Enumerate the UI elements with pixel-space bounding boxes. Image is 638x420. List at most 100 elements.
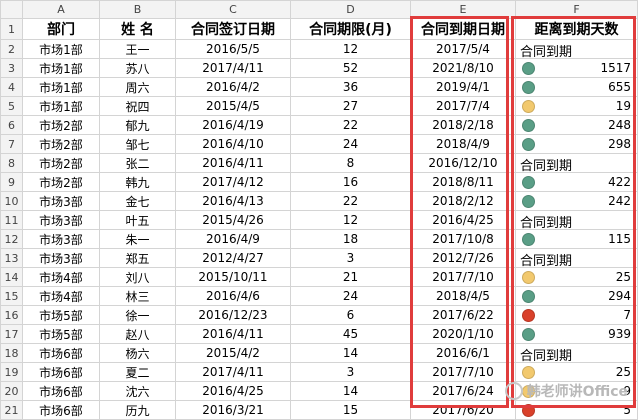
cell-name[interactable]: 金七 xyxy=(99,191,176,211)
cell-days-left[interactable]: 298 xyxy=(515,134,638,154)
cell-dept[interactable]: 市场4部 xyxy=(22,267,100,287)
cell-days-left[interactable]: 115 xyxy=(515,229,638,249)
column-header-f[interactable]: F xyxy=(515,0,638,19)
cell-term[interactable]: 3 xyxy=(290,248,411,268)
cell-sign-date[interactable]: 2016/4/11 xyxy=(175,324,291,344)
cell-due-date[interactable]: 2016/6/1 xyxy=(410,343,516,363)
cell-name[interactable]: 周六 xyxy=(99,77,176,97)
column-header-b[interactable]: B xyxy=(99,0,176,19)
cell-term[interactable]: 15 xyxy=(290,400,411,420)
column-header-d[interactable]: D xyxy=(290,0,411,19)
cell-sign-date[interactable]: 2017/4/12 xyxy=(175,172,291,192)
cell-sign-date[interactable]: 2016/5/5 xyxy=(175,39,291,59)
cell-days-left[interactable]: 294 xyxy=(515,286,638,306)
cell-name[interactable]: 张二 xyxy=(99,153,176,173)
cell-sign-date[interactable]: 2015/4/2 xyxy=(175,343,291,363)
cell-dept[interactable]: 市场2部 xyxy=(22,172,100,192)
row-number[interactable]: 17 xyxy=(0,324,23,344)
cell-name[interactable]: 苏八 xyxy=(99,58,176,78)
cell-sign-date[interactable]: 2015/4/5 xyxy=(175,96,291,116)
cell-due-date[interactable]: 2017/6/22 xyxy=(410,305,516,325)
cell-term[interactable]: 24 xyxy=(290,286,411,306)
header-term[interactable]: 合同期限(月) xyxy=(290,18,411,40)
cell-dept[interactable]: 市场6部 xyxy=(22,381,100,401)
cell-sign-date[interactable]: 2016/4/11 xyxy=(175,153,291,173)
row-number[interactable]: 3 xyxy=(0,58,23,78)
header-sign-date[interactable]: 合同签订日期 xyxy=(175,18,291,40)
row-number[interactable]: 6 xyxy=(0,115,23,135)
header-days-left[interactable]: 距离到期天数 xyxy=(515,18,638,40)
cell-name[interactable]: 夏二 xyxy=(99,362,176,382)
cell-days-left[interactable]: 242 xyxy=(515,191,638,211)
cell-dept[interactable]: 市场3部 xyxy=(22,248,100,268)
cell-name[interactable]: 邹七 xyxy=(99,134,176,154)
cell-due-date[interactable]: 2018/4/5 xyxy=(410,286,516,306)
cell-name[interactable]: 韩九 xyxy=(99,172,176,192)
cell-term[interactable]: 52 xyxy=(290,58,411,78)
cell-sign-date[interactable]: 2012/4/27 xyxy=(175,248,291,268)
cell-sign-date[interactable]: 2015/10/11 xyxy=(175,267,291,287)
cell-sign-date[interactable]: 2016/4/10 xyxy=(175,134,291,154)
cell-name[interactable]: 郁九 xyxy=(99,115,176,135)
cell-name[interactable]: 祝四 xyxy=(99,96,176,116)
row-number[interactable]: 9 xyxy=(0,172,23,192)
cell-days-left[interactable]: 939 xyxy=(515,324,638,344)
cell-due-date[interactable]: 2012/7/26 xyxy=(410,248,516,268)
cell-name[interactable]: 王一 xyxy=(99,39,176,59)
cell-due-date[interactable]: 2017/7/4 xyxy=(410,96,516,116)
cell-term[interactable]: 14 xyxy=(290,381,411,401)
cell-dept[interactable]: 市场1部 xyxy=(22,96,100,116)
cell-name[interactable]: 刘八 xyxy=(99,267,176,287)
cell-due-date[interactable]: 2018/8/11 xyxy=(410,172,516,192)
cell-days-left[interactable]: 1517 xyxy=(515,58,638,78)
cell-due-date[interactable]: 2017/7/10 xyxy=(410,267,516,287)
cell-due-date[interactable]: 2016/4/25 xyxy=(410,210,516,230)
cell-dept[interactable]: 市场2部 xyxy=(22,115,100,135)
cell-days-left[interactable]: 合同到期 xyxy=(515,153,638,173)
cell-term[interactable]: 8 xyxy=(290,153,411,173)
cell-sign-date[interactable]: 2016/4/2 xyxy=(175,77,291,97)
cell-term[interactable]: 18 xyxy=(290,229,411,249)
row-number[interactable]: 19 xyxy=(0,362,23,382)
cell-dept[interactable]: 市场6部 xyxy=(22,362,100,382)
cell-due-date[interactable]: 2017/5/4 xyxy=(410,39,516,59)
cell-days-left[interactable]: 655 xyxy=(515,77,638,97)
cell-dept[interactable]: 市场5部 xyxy=(22,324,100,344)
cell-name[interactable]: 沈六 xyxy=(99,381,176,401)
cell-days-left[interactable]: 5 xyxy=(515,400,638,420)
cell-sign-date[interactable]: 2017/4/11 xyxy=(175,58,291,78)
cell-sign-date[interactable]: 2016/3/21 xyxy=(175,400,291,420)
row-number[interactable]: 12 xyxy=(0,229,23,249)
row-number[interactable]: 5 xyxy=(0,96,23,116)
cell-due-date[interactable]: 2018/2/12 xyxy=(410,191,516,211)
cell-days-left[interactable]: 合同到期 xyxy=(515,39,638,59)
cell-days-left[interactable]: 19 xyxy=(515,96,638,116)
cell-term[interactable]: 24 xyxy=(290,134,411,154)
row-number[interactable]: 8 xyxy=(0,153,23,173)
cell-name[interactable]: 林三 xyxy=(99,286,176,306)
cell-days-left[interactable]: 合同到期 xyxy=(515,210,638,230)
cell-days-left[interactable]: 248 xyxy=(515,115,638,135)
row-number[interactable]: 21 xyxy=(0,400,23,420)
cell-due-date[interactable]: 2020/1/10 xyxy=(410,324,516,344)
cell-term[interactable]: 16 xyxy=(290,172,411,192)
row-number[interactable]: 15 xyxy=(0,286,23,306)
cell-due-date[interactable]: 2016/12/10 xyxy=(410,153,516,173)
cell-name[interactable]: 徐一 xyxy=(99,305,176,325)
cell-name[interactable]: 叶五 xyxy=(99,210,176,230)
cell-dept[interactable]: 市场3部 xyxy=(22,229,100,249)
row-number[interactable]: 4 xyxy=(0,77,23,97)
cell-dept[interactable]: 市场6部 xyxy=(22,343,100,363)
cell-dept[interactable]: 市场5部 xyxy=(22,305,100,325)
row-number[interactable]: 11 xyxy=(0,210,23,230)
cell-dept[interactable]: 市场1部 xyxy=(22,77,100,97)
cell-due-date[interactable]: 2018/2/18 xyxy=(410,115,516,135)
cell-term[interactable]: 36 xyxy=(290,77,411,97)
row-number[interactable]: 2 xyxy=(0,39,23,59)
cell-term[interactable]: 3 xyxy=(290,362,411,382)
cell-name[interactable]: 历九 xyxy=(99,400,176,420)
cell-term[interactable]: 27 xyxy=(290,96,411,116)
header-name[interactable]: 姓 名 xyxy=(99,18,176,40)
cell-name[interactable]: 郑五 xyxy=(99,248,176,268)
cell-dept[interactable]: 市场1部 xyxy=(22,39,100,59)
